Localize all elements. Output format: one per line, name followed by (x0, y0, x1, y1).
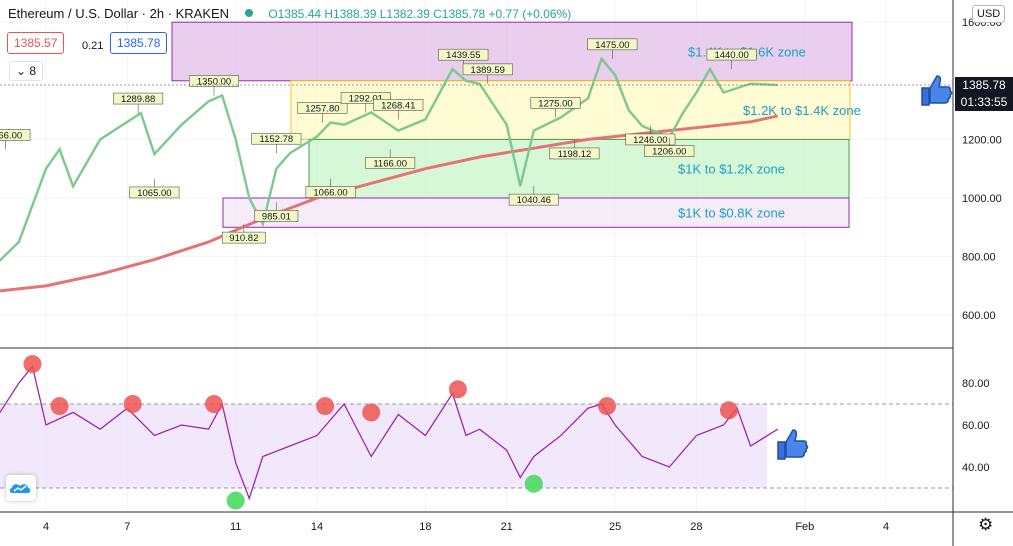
price-label: 1166.00 (0, 130, 22, 141)
price-label: 1152.78 (260, 134, 294, 145)
quantity-selector[interactable]: ⌄ 8 (9, 61, 44, 81)
price-label: 1275.00 (538, 98, 572, 109)
symbol-title[interactable]: Ethereum / U.S. Dollar · 2h · KRAKEN (8, 6, 229, 21)
rsi-oversold-marker (226, 491, 245, 510)
time-tick-label: 11 (230, 521, 241, 533)
rsi-overbought-marker (50, 397, 69, 416)
rsi-panel[interactable] (0, 355, 953, 510)
time-tick-label: 14 (311, 521, 323, 533)
rsi-overbought-marker (316, 397, 335, 416)
time-tick-label: 4 (883, 521, 889, 533)
time-tick-label: 4 (43, 521, 49, 533)
chevron-down-icon: ⌄ (16, 64, 27, 78)
thumbs-up-main-icon (921, 75, 953, 106)
rsi-oversold-marker (524, 474, 543, 493)
price-label: 1350.00 (197, 76, 231, 87)
zone-label: $1K to $0.8K zone (678, 206, 785, 221)
time-tick-label: 7 (124, 521, 130, 533)
rsi-overbought-marker (719, 401, 738, 420)
rsi-overbought-marker (23, 355, 42, 374)
bar-countdown: 01:33:55 (955, 94, 1013, 111)
rsi-overbought-marker (448, 380, 467, 399)
price-tick-label: 600.00 (962, 310, 996, 322)
price-label: 1268.41 (381, 100, 415, 111)
last-price-tag: 1385.78 (955, 77, 1013, 94)
spread-value: 0.21 (76, 36, 110, 56)
price-label: 1066.00 (313, 188, 347, 199)
cloud-icon (9, 484, 31, 493)
rsi-band (0, 404, 767, 488)
market-status-dot (244, 9, 253, 17)
sell-button[interactable]: 1385.57 (7, 32, 65, 54)
time-tick-label: 18 (419, 521, 431, 533)
price-label: 1475.00 (595, 40, 629, 51)
time-tick-label: Feb (795, 521, 814, 533)
symbol-header[interactable]: Ethereum / U.S. Dollar · 2h · KRAKEN O13… (8, 6, 571, 21)
price-tick-label: 800.00 (962, 252, 996, 264)
price-label: 985.01 (262, 211, 291, 222)
price-label: 910.82 (229, 233, 258, 244)
price-label: 1439.55 (446, 50, 480, 61)
rsi-tick-label: 40.00 (962, 462, 990, 474)
price-label: 1246.00 (633, 135, 667, 146)
gear-icon[interactable]: ⚙ (978, 515, 993, 535)
rsi-overbought-marker (362, 403, 381, 422)
currency-button[interactable]: USD (972, 5, 1006, 23)
price-label: 1257.80 (305, 103, 339, 114)
zone-label: $1.2K to $1.4K zone (743, 103, 861, 118)
price-label: 1289.88 (121, 94, 155, 105)
rsi-tick-label: 60.00 (962, 420, 990, 432)
price-chart[interactable]: $1.4K to $1.6K zone$1.2K to $1.4K zone$1… (0, 0, 1013, 546)
tradingview-logo[interactable] (6, 475, 36, 501)
time-tick-label: 25 (609, 521, 621, 533)
ohlc-values: O1385.44 H1388.39 L1382.39 C1385.78 +0.7… (268, 7, 572, 21)
thumbs-up-rsi-icon (777, 429, 809, 460)
price-tick-label: 1200.00 (962, 134, 1002, 146)
rsi-overbought-marker (205, 395, 224, 413)
price-label: 1440.00 (714, 50, 748, 61)
price-tick-label: 1000.00 (962, 193, 1002, 205)
buy-button[interactable]: 1385.78 (110, 32, 168, 54)
quantity-value: 8 (29, 64, 37, 78)
time-tick-label: 28 (690, 521, 702, 533)
rsi-tick-label: 80.00 (962, 378, 990, 390)
zone-label: $1K to $1.2K zone (678, 162, 785, 177)
price-label: 1198.12 (558, 149, 592, 160)
rsi-overbought-marker (123, 395, 142, 413)
price-label: 1206.00 (652, 147, 686, 158)
price-label: 1166.00 (373, 158, 407, 169)
price-label: 1065.00 (137, 188, 171, 199)
price-label: 1389.59 (471, 65, 505, 76)
rsi-overbought-marker (597, 397, 616, 416)
price-label: 1040.46 (517, 195, 551, 206)
time-tick-label: 21 (501, 521, 513, 533)
